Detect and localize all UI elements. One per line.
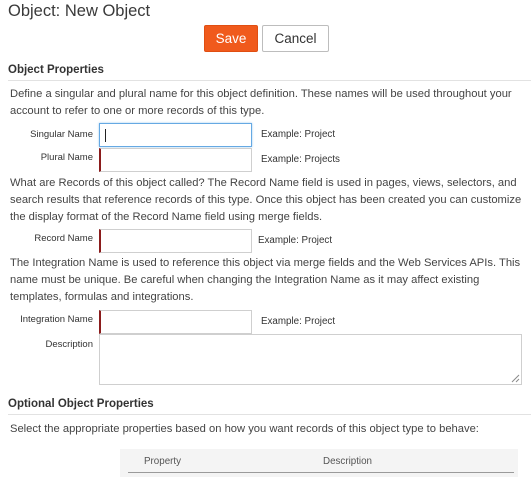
integration-name-example: Example: Project	[261, 316, 336, 327]
save-button[interactable]: Save	[204, 25, 258, 52]
record-name-label: Record Name	[34, 233, 93, 244]
properties-table-header: Property Description	[120, 449, 518, 477]
object-properties-heading: Object Properties	[8, 64, 104, 76]
resize-handle-icon[interactable]	[511, 374, 520, 383]
plural-name-label: Plural Name	[40, 152, 93, 163]
object-properties-divider	[8, 80, 531, 81]
plural-name-example: Example: Projects	[261, 154, 340, 165]
cancel-button[interactable]: Cancel	[262, 25, 329, 52]
optional-properties-intro-text: Select the appropriate properties based …	[10, 423, 479, 435]
description-textarea[interactable]	[99, 334, 522, 385]
integration-name-label: Integration Name	[20, 314, 93, 325]
record-name-input[interactable]	[99, 229, 252, 253]
names-intro-text: Define a singular and plural name for th…	[10, 88, 512, 117]
optional-properties-heading: Optional Object Properties	[8, 398, 154, 410]
table-header-rule	[128, 472, 514, 473]
record-name-intro-text: What are Records of this object called? …	[10, 177, 522, 223]
column-header-property[interactable]: Property	[144, 456, 181, 467]
singular-name-label: Singular Name	[30, 129, 93, 140]
plural-name-input[interactable]	[99, 148, 252, 172]
page-title: Object: New Object	[8, 2, 151, 20]
integration-name-input[interactable]	[99, 310, 252, 334]
column-header-description[interactable]: Description	[323, 456, 372, 467]
singular-name-example: Example: Project	[261, 129, 336, 140]
optional-properties-divider	[8, 414, 531, 415]
integration-name-intro-text: The Integration Name is used to referenc…	[10, 257, 521, 303]
text-caret	[105, 129, 106, 142]
singular-name-input[interactable]	[99, 123, 252, 147]
description-label: Description	[45, 339, 93, 350]
new-object-page: Object: New Object Save Cancel Object Pr…	[0, 0, 531, 477]
record-name-example: Example: Project	[258, 235, 333, 246]
